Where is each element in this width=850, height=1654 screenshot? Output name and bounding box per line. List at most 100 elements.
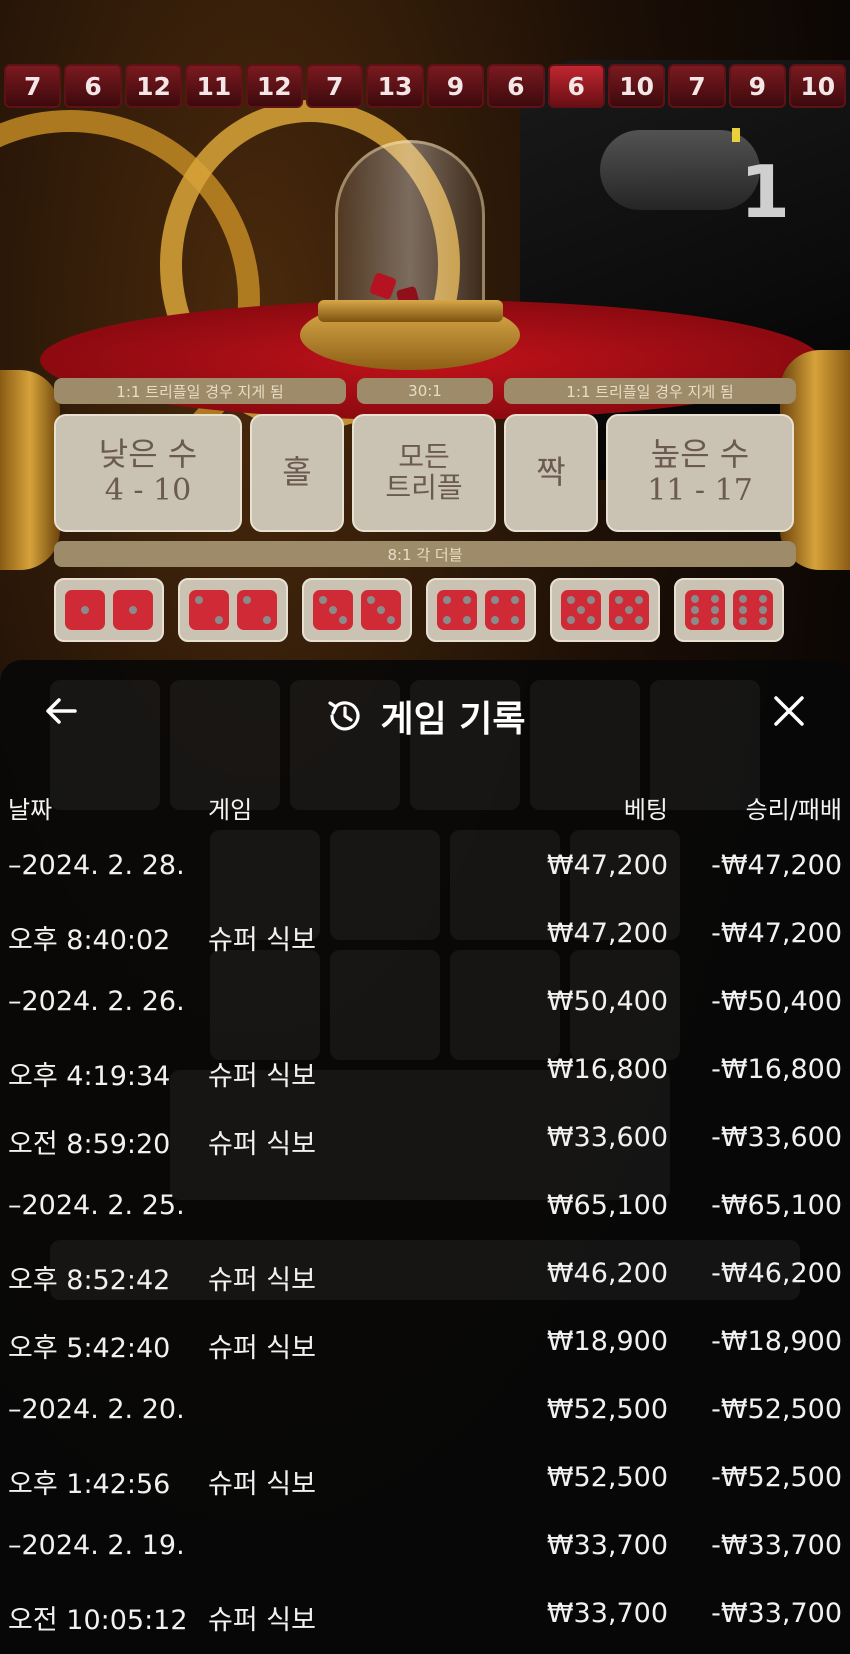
history-row[interactable]: 오후 8:40:02 슈퍼 식보 ₩47,200 -₩47,200 <box>0 918 850 958</box>
round-number: 1 <box>739 150 790 234</box>
row-result: -₩52,500 <box>711 1462 842 1493</box>
dice-pip <box>635 596 643 604</box>
row-date: 오후 4:19:34 <box>8 1061 171 1092</box>
history-date-group-row[interactable]: –2024. 2. 28. ₩47,200 -₩47,200 <box>0 850 850 890</box>
history-result: 9 <box>426 64 485 108</box>
dice-pip <box>711 595 719 603</box>
history-row[interactable]: 오전 10:05:12 슈퍼 식보 ₩33,700 -₩33,700 <box>0 1598 850 1638</box>
row-date: 오후 1:42:56 <box>8 1469 171 1500</box>
row-game: 슈퍼 식보 <box>208 1469 316 1500</box>
close-icon <box>774 696 804 726</box>
row-date: 오후 8:40:02 <box>8 925 171 956</box>
row-date: –2024. 2. 20. <box>8 1394 185 1425</box>
bet-even[interactable]: 짝 <box>504 414 598 532</box>
dice-pip <box>691 617 699 625</box>
row-bet: ₩52,500 <box>546 1462 668 1493</box>
history-table-header: 날짜 게임 베팅 승리/패배 <box>0 790 850 830</box>
dice-pip <box>243 596 251 604</box>
history-result: 6 <box>547 64 605 108</box>
results-history-strip: 7 6 12 11 12 7 13 9 6 6 10 7 9 10 <box>4 64 850 108</box>
bet-triple-label: 트리플 <box>385 471 463 504</box>
bet-small-range: 4 - 10 <box>104 472 192 508</box>
dice-icon <box>313 590 353 630</box>
dice-pip <box>463 596 471 604</box>
dice-pip <box>367 596 375 604</box>
dice-pip <box>195 596 203 604</box>
bet-pair-1[interactable] <box>54 578 164 642</box>
row-game: 슈퍼 식보 <box>208 1061 316 1092</box>
row-date: –2024. 2. 26. <box>8 986 185 1017</box>
column-header-result: 승리/패배 <box>745 796 842 824</box>
dice-icon <box>189 590 229 630</box>
row-date: –2024. 2. 19. <box>8 1530 185 1561</box>
row-result: -₩46,200 <box>711 1258 842 1289</box>
history-result: 12 <box>245 64 303 108</box>
panel-title-wrap: 게임 기록 <box>0 690 850 742</box>
bet-pair-3[interactable] <box>302 578 412 642</box>
row-date: 오후 5:42:40 <box>8 1333 171 1364</box>
dice-icon <box>361 590 401 630</box>
row-bet: ₩52,500 <box>546 1394 668 1425</box>
dice-pip <box>339 616 347 624</box>
dice-pip <box>491 596 499 604</box>
dice-pip <box>739 606 747 614</box>
dice-icon <box>609 590 649 630</box>
row-bet: ₩33,700 <box>546 1598 668 1629</box>
round-flag-icon <box>732 128 740 142</box>
history-date-group-row[interactable]: –2024. 2. 25. ₩65,100 -₩65,100 <box>0 1190 850 1230</box>
history-result: 7 <box>668 64 726 108</box>
bet-pair-6[interactable] <box>674 578 784 642</box>
row-bet: ₩18,900 <box>546 1326 668 1357</box>
dice-pip <box>577 606 585 614</box>
dice-pip <box>625 606 633 614</box>
dice-pip <box>739 617 747 625</box>
column-header-game: 게임 <box>208 796 253 824</box>
history-date-group-row[interactable]: –2024. 2. 19. ₩33,700 -₩33,700 <box>0 1530 850 1570</box>
row-result: -₩33,700 <box>711 1530 842 1561</box>
history-row[interactable]: 오전 8:59:20 슈퍼 식보 ₩33,600 -₩33,600 <box>0 1122 850 1162</box>
history-result: 13 <box>366 64 424 108</box>
bet-pair-2[interactable] <box>178 578 288 642</box>
dice-icon <box>113 590 153 630</box>
history-row[interactable]: 오후 4:19:34 슈퍼 식보 ₩16,800 -₩16,800 <box>0 1054 850 1094</box>
dice-pip <box>511 596 519 604</box>
bet-small-label: 낮은 수 <box>98 435 198 474</box>
payout-pairs: 8:1 각 더블 <box>54 541 796 567</box>
row-game: 슈퍼 식보 <box>208 1129 316 1160</box>
row-result: -₩52,500 <box>711 1394 842 1425</box>
bet-big[interactable]: 높은 수 11 - 17 <box>606 414 794 532</box>
dice-pip <box>329 606 337 614</box>
dice-pip <box>463 616 471 624</box>
row-bet: ₩50,400 <box>546 986 668 1017</box>
dice-pip <box>263 616 271 624</box>
dice-pip <box>739 595 747 603</box>
payout-big: 1:1 트리플일 경우 지게 됨 <box>504 378 796 404</box>
bet-small[interactable]: 낮은 수 4 - 10 <box>54 414 242 532</box>
dice-pip <box>691 606 699 614</box>
row-result: -₩33,700 <box>711 1598 842 1629</box>
dice-icon <box>733 590 773 630</box>
row-date: –2024. 2. 28. <box>8 850 185 881</box>
bet-pair-4[interactable] <box>426 578 536 642</box>
dice-pip <box>759 606 767 614</box>
dice-pip <box>81 606 89 614</box>
history-row[interactable]: 오후 1:42:56 슈퍼 식보 ₩52,500 -₩52,500 <box>0 1462 850 1502</box>
bet-pair-5[interactable] <box>550 578 660 642</box>
dice-pip <box>491 616 499 624</box>
row-bet: ₩46,200 <box>546 1258 668 1289</box>
bet-any-triple[interactable]: 모든 트리플 <box>352 414 496 532</box>
dice-icon <box>437 590 477 630</box>
history-date-group-row[interactable]: –2024. 2. 26. ₩50,400 -₩50,400 <box>0 986 850 1026</box>
history-row[interactable]: 오후 5:42:40 슈퍼 식보 ₩18,900 -₩18,900 <box>0 1326 850 1366</box>
history-result: 12 <box>124 64 183 108</box>
bet-triple-label: 모든 <box>398 440 450 474</box>
history-row[interactable]: 오후 8:52:42 슈퍼 식보 ₩46,200 -₩46,200 <box>0 1258 850 1298</box>
bet-odd[interactable]: 홀 <box>250 414 344 532</box>
dice-pip <box>635 616 643 624</box>
game-history-panel: 게임 기록 날짜 게임 베팅 승리/패배 –2024. 2. 28. ₩47,20… <box>0 660 850 1654</box>
dice-icon <box>561 590 601 630</box>
close-button[interactable] <box>764 686 814 736</box>
history-date-group-row[interactable]: –2024. 2. 20. ₩52,500 -₩52,500 <box>0 1394 850 1434</box>
dice-pip <box>443 596 451 604</box>
row-result: -₩16,800 <box>711 1054 842 1085</box>
